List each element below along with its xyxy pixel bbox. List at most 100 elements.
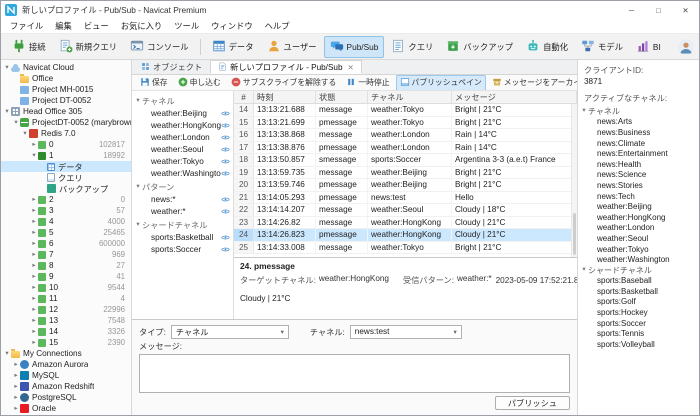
tree-item[interactable]: ▸ 8 27 xyxy=(1,260,131,271)
expander-icon[interactable]: ▸ xyxy=(30,293,38,304)
new-query-button[interactable]: 新規クエリ xyxy=(53,36,124,58)
expander-icon[interactable]: ▸ xyxy=(30,326,38,337)
channel-row[interactable]: weather:* xyxy=(132,205,233,217)
active-channel-row[interactable]: ▾ チャネル xyxy=(578,106,699,117)
tree-item[interactable]: Project MH-0015 xyxy=(1,84,131,95)
col-index[interactable]: # xyxy=(234,91,254,103)
tree-item[interactable]: ▸ 10 9544 xyxy=(1,282,131,293)
tree-item[interactable]: ▸ 14 3326 xyxy=(1,326,131,337)
active-channel-row[interactable]: sports:Volleyball xyxy=(578,339,699,350)
eye-icon[interactable] xyxy=(221,234,230,241)
tree-item[interactable]: ▸ 6 600000 xyxy=(1,238,131,249)
message-row[interactable]: 15 13:13:21.699 pmessage weather:Tokyo B… xyxy=(234,117,577,130)
close-tab-icon[interactable]: ✕ xyxy=(348,63,354,72)
expander-icon[interactable]: ▾ xyxy=(580,265,588,276)
tree-item[interactable]: クエリ xyxy=(1,172,131,183)
expander-icon[interactable]: ▾ xyxy=(134,95,142,107)
tree-item[interactable]: ▸ Amazon Redshift xyxy=(1,381,131,392)
tree-item[interactable]: ▸ Amazon Aurora xyxy=(1,359,131,370)
expander-icon[interactable]: ▸ xyxy=(30,205,38,216)
active-channel-row[interactable]: sports:Basketball xyxy=(578,286,699,297)
eye-icon[interactable] xyxy=(221,110,230,117)
channel-row[interactable]: weather:Tokyo xyxy=(132,155,233,167)
channel-row[interactable]: sports:Soccer xyxy=(132,243,233,255)
eye-icon[interactable] xyxy=(221,246,230,253)
active-channel-row[interactable]: sports:Hockey xyxy=(578,307,699,318)
message-row[interactable]: 19 13:13:59.735 message weather:Beijing … xyxy=(234,167,577,180)
active-channel-row[interactable]: news:Tech xyxy=(578,191,699,202)
menu-file[interactable]: ファイル xyxy=(4,20,49,32)
tab-objects[interactable]: オブジェクト xyxy=(133,60,210,74)
expander-icon[interactable]: ▸ xyxy=(12,403,20,414)
channel-row[interactable]: ▾ シャードチャネル xyxy=(132,219,233,231)
maximize-icon[interactable]: □ xyxy=(645,1,672,19)
message-row[interactable]: 21 13:14:05.293 pmessage news:test Hello xyxy=(234,192,577,205)
menu-window[interactable]: ウィンドウ xyxy=(205,20,259,32)
expander-icon[interactable]: ▸ xyxy=(12,370,20,381)
tree-item[interactable]: ▸ 11 4 xyxy=(1,293,131,304)
col-message[interactable]: メッセージ xyxy=(452,91,577,103)
tree-item[interactable]: ▾ Head Office 305 xyxy=(1,106,131,117)
message-row[interactable]: 20 13:13:59.746 pmessage weather:Beijing… xyxy=(234,179,577,192)
channel-select[interactable]: news:test ▾ xyxy=(350,325,462,339)
table-scrollbar[interactable] xyxy=(571,104,577,257)
active-channel-row[interactable]: weather:Washington xyxy=(578,254,699,265)
model-button[interactable]: モデル xyxy=(575,36,629,58)
active-channel-row[interactable]: sports:Tennis xyxy=(578,328,699,339)
menu-tools[interactable]: ツール xyxy=(168,20,205,32)
subscribe-button[interactable]: 申し込む xyxy=(174,75,225,91)
expander-icon[interactable]: ▾ xyxy=(580,106,588,117)
console-button[interactable]: コンソール xyxy=(124,36,195,58)
tree-item[interactable]: ▸ Oracle xyxy=(1,403,131,414)
archive-button[interactable]: メッセージをアーカイブする xyxy=(488,75,577,91)
active-channel-row[interactable]: news:Health xyxy=(578,159,699,170)
expander-icon[interactable]: ▸ xyxy=(30,304,38,315)
menu-favorites[interactable]: お気に入り xyxy=(115,20,169,32)
channel-row[interactable]: ▾ パターン xyxy=(132,181,233,193)
tree-item[interactable]: ▸ MySQL xyxy=(1,370,131,381)
menu-edit[interactable]: 編集 xyxy=(49,20,78,32)
tree-item[interactable]: ▾ Navicat Cloud xyxy=(1,62,131,73)
tree-item[interactable]: ▾ 1 18992 xyxy=(1,150,131,161)
expander-icon[interactable]: ▸ xyxy=(30,260,38,271)
channel-row[interactable]: weather:Beijing xyxy=(132,107,233,119)
eye-icon[interactable] xyxy=(221,134,230,141)
tab-profile[interactable]: 新しいプロファイル - Pub/Sub ✕ xyxy=(210,60,362,74)
menu-help[interactable]: ヘルプ xyxy=(259,20,296,32)
active-channel-row[interactable]: news:Arts xyxy=(578,117,699,128)
tree-item[interactable]: ▾ Redis 7.0 xyxy=(1,128,131,139)
active-channel-row[interactable]: weather:HongKong xyxy=(578,212,699,223)
eye-icon[interactable] xyxy=(221,158,230,165)
tree-item[interactable]: ▸ 0 102817 xyxy=(1,139,131,150)
channel-row[interactable]: ▾ チャネル xyxy=(132,95,233,107)
active-channel-row[interactable]: sports:Baseball xyxy=(578,276,699,287)
save-button[interactable]: 保存 xyxy=(136,75,172,91)
connection-button[interactable]: 接続 xyxy=(6,36,52,58)
type-select[interactable]: チャネル ▾ xyxy=(171,325,289,339)
channel-row[interactable]: sports:Basketball xyxy=(132,231,233,243)
active-channel-row[interactable]: news:Business xyxy=(578,127,699,138)
data-button[interactable]: データ xyxy=(206,36,260,58)
message-row[interactable]: 24 13:14:26.823 pmessage weather:HongKon… xyxy=(234,229,577,242)
users-button[interactable]: ユーザー xyxy=(261,36,323,58)
col-channel[interactable]: チャネル xyxy=(368,91,452,103)
expander-icon[interactable]: ▸ xyxy=(30,139,38,150)
active-channel-row[interactable]: news:Science xyxy=(578,170,699,181)
pause-button[interactable]: 一時停止 xyxy=(342,75,393,91)
menu-view[interactable]: ビュー xyxy=(78,20,115,32)
message-input[interactable] xyxy=(139,354,570,393)
expander-icon[interactable]: ▸ xyxy=(30,194,38,205)
expander-icon[interactable]: ▸ xyxy=(12,359,20,370)
active-channel-row[interactable]: news:Stories xyxy=(578,180,699,191)
pubsub-button[interactable]: Pub/Sub xyxy=(324,36,385,58)
tree-item[interactable]: データ xyxy=(1,161,131,172)
active-channel-row[interactable]: weather:Beijing xyxy=(578,201,699,212)
expander-icon[interactable]: ▾ xyxy=(21,128,29,139)
message-row[interactable]: 18 13:13:50.857 smessage sports:Soccer A… xyxy=(234,154,577,167)
tree-item[interactable]: ▸ 4 4000 xyxy=(1,216,131,227)
eye-icon[interactable] xyxy=(221,196,230,203)
active-channel-row[interactable]: sports:Soccer xyxy=(578,318,699,329)
message-row[interactable]: 14 13:13:21.688 message weather:Tokyo Br… xyxy=(234,104,577,117)
automation-button[interactable]: 自動化 xyxy=(520,36,574,58)
message-row[interactable]: 17 13:13:38.876 pmessage weather:London … xyxy=(234,142,577,155)
